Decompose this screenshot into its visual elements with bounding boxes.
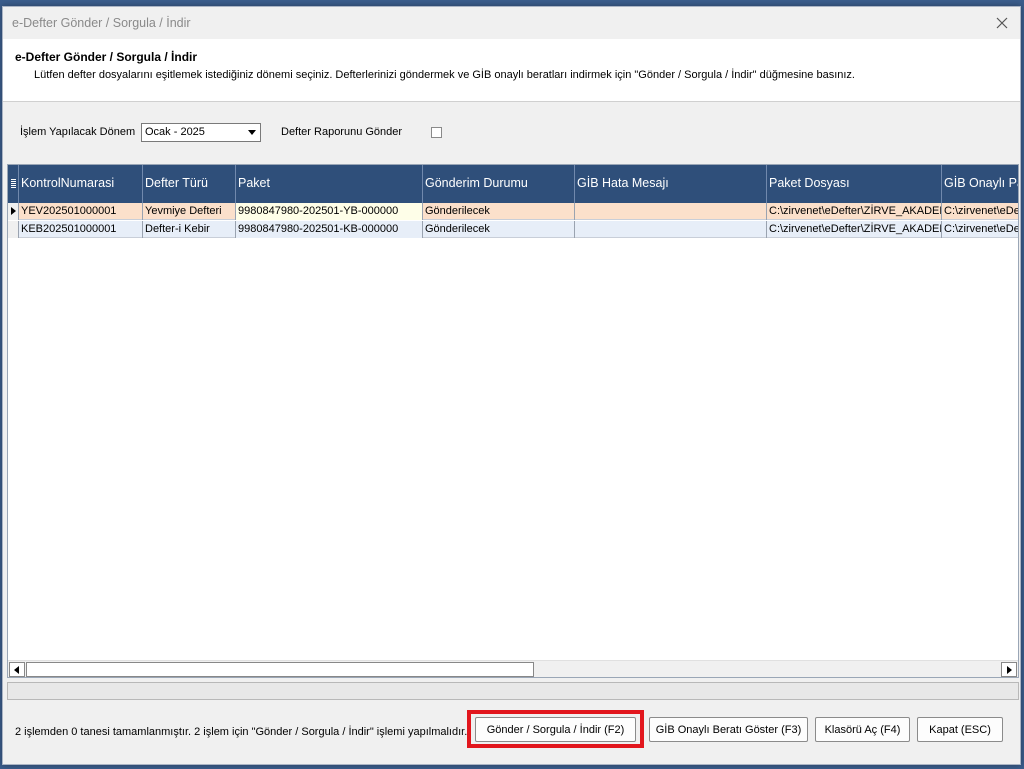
- report-checkbox[interactable]: [431, 127, 442, 138]
- send-query-download-button[interactable]: Gönder / Sorgula / İndir (F2): [475, 717, 636, 742]
- table-cell[interactable]: Gönderilecek: [423, 203, 575, 220]
- row-indicator: [8, 203, 19, 220]
- data-grid: KontrolNumarasi Defter Türü Paket Gönder…: [7, 164, 1019, 678]
- arrow-left-icon: [14, 666, 19, 674]
- table-cell[interactable]: [575, 221, 767, 238]
- column-header[interactable]: GİB Hata Mesajı: [575, 165, 767, 203]
- header-panel: e-Defter Gönder / Sorgula / İndir Lütfen…: [3, 39, 1020, 102]
- table-cell[interactable]: 9980847980-202501-KB-000000: [236, 221, 423, 238]
- title-bar: e-Defter Gönder / Sorgula / İndir: [3, 7, 1020, 39]
- report-label: Defter Raporunu Gönder: [281, 126, 403, 138]
- filter-row: İşlem Yapılacak Dönem Ocak - 2025 Defter…: [3, 119, 1020, 145]
- column-header[interactable]: GİB Onaylı Pa: [942, 165, 1018, 203]
- column-chooser-icon[interactable]: [8, 165, 19, 203]
- column-header[interactable]: Paket: [236, 165, 423, 203]
- table-cell[interactable]: YEV202501000001: [19, 203, 143, 220]
- footer: 2 işlemden 0 tanesi tamamlanmıştır. 2 iş…: [3, 707, 1020, 765]
- scroll-right-button[interactable]: [1001, 662, 1017, 677]
- table-cell[interactable]: [575, 203, 767, 220]
- show-berat-button[interactable]: GİB Onaylı Beratı Göster (F3): [649, 717, 808, 742]
- table-cell[interactable]: KEB202501000001: [19, 221, 143, 238]
- row-pointer-icon: [11, 207, 16, 215]
- page-description: Lütfen defter dosyalarını eşitlemek iste…: [34, 69, 855, 81]
- table-cell[interactable]: Defter-i Kebir: [143, 221, 236, 238]
- table-cell[interactable]: C:\zirvenet\eDefter\ZİRVE_AKADEM: [767, 203, 942, 220]
- table-row[interactable]: YEV202501000001 Yevmiye Defteri 99808479…: [8, 203, 1018, 220]
- period-label: İşlem Yapılacak Dönem: [20, 126, 136, 138]
- arrow-right-icon: [1007, 666, 1012, 674]
- table-row[interactable]: KEB202501000001 Defter-i Kebir 998084798…: [8, 221, 1018, 238]
- column-header[interactable]: Gönderim Durumu: [423, 165, 575, 203]
- chevron-down-icon: [248, 130, 256, 135]
- table-cell[interactable]: Gönderilecek: [423, 221, 575, 238]
- status-text: 2 işlemden 0 tanesi tamamlanmıştır. 2 iş…: [15, 726, 468, 738]
- open-folder-button[interactable]: Klasörü Aç (F4): [815, 717, 910, 742]
- scroll-thumb[interactable]: [26, 662, 534, 677]
- grid-header: KontrolNumarasi Defter Türü Paket Gönder…: [8, 165, 1018, 203]
- close-button[interactable]: Kapat (ESC): [917, 717, 1003, 742]
- table-cell[interactable]: 9980847980-202501-YB-000000: [236, 203, 423, 220]
- window-title: e-Defter Gönder / Sorgula / İndir: [12, 16, 191, 30]
- column-header[interactable]: Paket Dosyası: [767, 165, 942, 203]
- table-cell[interactable]: C:\zirvenet\eDe: [942, 221, 1018, 238]
- page-title: e-Defter Gönder / Sorgula / İndir: [15, 50, 198, 64]
- table-cell[interactable]: C:\zirvenet\eDe: [942, 203, 1018, 220]
- table-cell[interactable]: Yevmiye Defteri: [143, 203, 236, 220]
- horizontal-scrollbar[interactable]: [8, 660, 1018, 677]
- period-select[interactable]: Ocak - 2025: [141, 123, 261, 142]
- period-select-value: Ocak - 2025: [145, 126, 205, 138]
- progress-bar: [7, 682, 1019, 700]
- table-cell[interactable]: C:\zirvenet\eDefter\ZİRVE_AKADEM: [767, 221, 942, 238]
- scroll-left-button[interactable]: [9, 662, 25, 677]
- column-header[interactable]: Defter Türü: [143, 165, 236, 203]
- row-indicator: [8, 221, 19, 238]
- dialog-window: e-Defter Gönder / Sorgula / İndir e-Deft…: [2, 6, 1021, 765]
- close-icon[interactable]: [990, 11, 1014, 35]
- column-header[interactable]: KontrolNumarasi: [19, 165, 143, 203]
